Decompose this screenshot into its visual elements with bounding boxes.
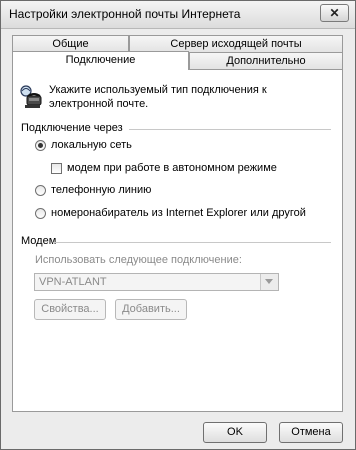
tab-panel-connection: Укажите используемый тип подключения к э… xyxy=(12,69,343,412)
connection-select-dropdown[interactable] xyxy=(260,274,278,290)
connection-select[interactable]: VPN-ATLANT xyxy=(34,273,279,291)
properties-button-label: Свойства... xyxy=(41,303,99,315)
add-button[interactable]: Добавить... xyxy=(115,299,187,320)
chevron-down-icon xyxy=(265,279,273,284)
radio-lan-selected-dot xyxy=(38,143,43,148)
radio-dialer[interactable] xyxy=(35,208,46,219)
radio-phone-line-label[interactable]: телефонную линию xyxy=(51,184,151,196)
ok-button[interactable]: OK xyxy=(203,422,267,443)
tab-advanced-label: Дополнительно xyxy=(226,55,306,67)
properties-button[interactable]: Свойства... xyxy=(34,299,106,320)
tab-general-label: Общие xyxy=(52,38,89,50)
connection-group-label: Подключение через xyxy=(21,122,123,134)
title-bar[interactable]: Настройки электронной почты Интернета ✕ xyxy=(1,1,355,29)
phone-computer-icon xyxy=(19,84,43,110)
tab-advanced[interactable]: Дополнительно xyxy=(189,52,343,70)
close-button[interactable]: ✕ xyxy=(320,4,349,22)
offline-modem-label[interactable]: модем при работе в автономном режиме xyxy=(67,162,277,174)
cancel-button-label: Отмена xyxy=(291,426,331,438)
tab-connection-label: Подключение xyxy=(65,54,136,66)
add-button-label: Добавить... xyxy=(122,303,180,315)
modem-group-divider xyxy=(53,242,331,243)
offline-modem-checkbox[interactable] xyxy=(51,163,62,174)
radio-dialer-label[interactable]: номеронабиратель из Internet Explorer ил… xyxy=(51,207,306,219)
close-icon: ✕ xyxy=(329,6,340,20)
cancel-button[interactable]: Отмена xyxy=(279,422,343,443)
tab-connection[interactable]: Подключение xyxy=(12,51,189,70)
ok-button-label: OK xyxy=(227,426,243,438)
radio-lan-label[interactable]: локальную сеть xyxy=(51,139,132,151)
intro-text: Укажите используемый тип подключения к э… xyxy=(49,83,267,111)
settings-dialog: Настройки электронной почты Интернета ✕ … xyxy=(0,0,356,450)
connection-group-divider xyxy=(129,129,331,130)
radio-lan[interactable] xyxy=(35,140,46,151)
intro-text-line2: электронной почте. xyxy=(49,98,149,110)
connection-select-value: VPN-ATLANT xyxy=(39,276,107,288)
window-title: Настройки электронной почты Интернета xyxy=(9,7,241,21)
intro-text-line1: Укажите используемый тип подключения к xyxy=(49,84,267,96)
modem-group-label: Модем xyxy=(21,235,57,247)
use-connection-label: Использовать следующее подключение: xyxy=(35,254,242,266)
tab-outgoing-server-label: Сервер исходящей почты xyxy=(170,38,302,50)
radio-phone-line[interactable] xyxy=(35,185,46,196)
